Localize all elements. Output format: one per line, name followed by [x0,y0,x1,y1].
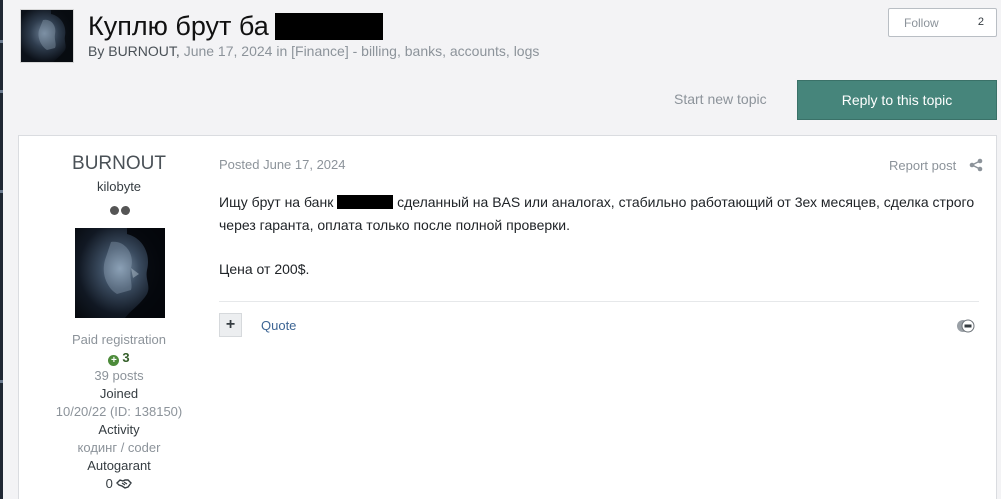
post-date[interactable]: Posted June 17, 2024 [219,157,346,172]
post-paragraph-1: Ищу брут на банк сделанный на BAS или ан… [219,194,975,233]
window-edge [0,0,3,499]
post-author-avatar[interactable] [75,228,165,318]
redaction-block [274,12,383,40]
reply-to-topic-button[interactable]: Reply to this topic [797,80,997,120]
topic-byline: By BURNOUT, June 17, 2024 in [Finance] -… [88,43,540,59]
post-paragraph-2: Цена от 200$. [219,261,310,277]
author-avatar-thumb[interactable] [20,9,74,63]
follow-count: 2 [977,16,984,28]
report-post-link[interactable]: Report post [889,158,956,173]
post-divider [219,301,979,302]
byline-forum-link[interactable]: [Finance] [291,43,349,59]
topic-title: Куплю брут ба [88,11,383,41]
author-activity-value: кодинг / coder [77,440,161,455]
handshake-icon [116,479,133,489]
byline-date: June 17, 2024 [183,43,273,59]
share-icon[interactable] [969,158,983,172]
post-author-name[interactable]: BURNOUT [19,153,219,175]
author-joined-label: Joined [99,386,139,401]
rank-pips-icon [109,202,131,215]
author-reputation: +3 [19,350,219,366]
post-container: BURNOUT kilobyte Paid registration +3 39… [18,135,997,499]
follow-button[interactable]: Follow 2 [888,8,997,37]
author-group: Paid registration [72,332,166,347]
author-post-count[interactable]: 39 posts [19,368,219,383]
byline-author-link[interactable]: BURNOUT, [108,43,180,59]
author-joined-value: 10/20/22 (ID: 138150) [55,404,183,419]
author-autogarant-row: 0 [19,476,219,491]
post-content: Ищу брут на банк сделанный на BAS или ан… [219,191,989,302]
author-activity-label: Activity [98,422,140,437]
plus-circle-icon: + [108,355,120,366]
byline-tags[interactable]: - billing, banks, accounts, logs [353,43,540,59]
multiquote-button[interactable]: + [219,313,242,337]
post-author-rank: kilobyte [96,179,142,194]
reaction-icon[interactable] [956,319,976,333]
author-autogarant-label: Autogarant [87,458,151,473]
topic-header: Куплю брут ба By BURNOUT, June 17, 2024 … [20,8,997,69]
quote-link[interactable]: Quote [261,318,296,333]
start-new-topic-link[interactable]: Start new topic [674,91,767,107]
redaction-block [337,195,394,209]
